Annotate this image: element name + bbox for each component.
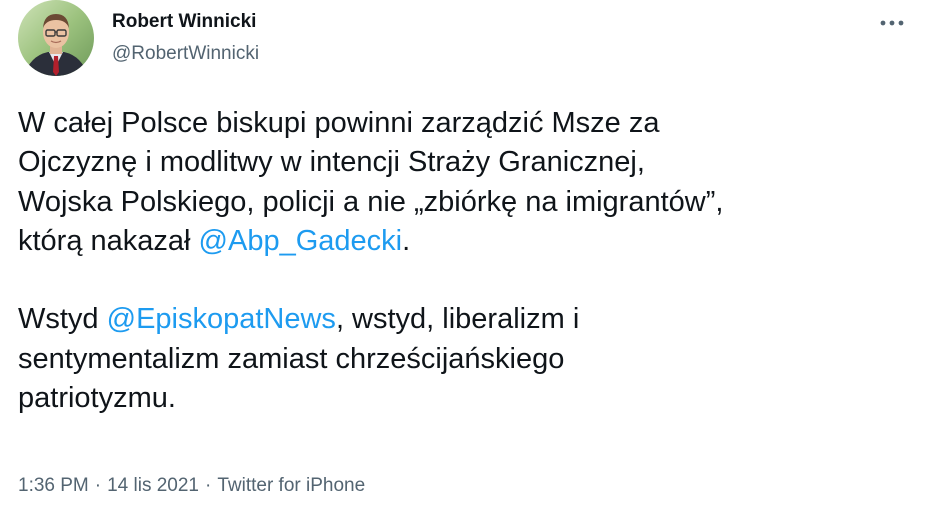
tweet-date[interactable]: 14 lis 2021 — [107, 475, 199, 496]
tweet-card: Robert Winnicki @RobertWinnicki W całej … — [0, 0, 929, 509]
more-options-button[interactable] — [877, 12, 907, 34]
more-horizontal-icon — [880, 20, 904, 26]
avatar[interactable] — [18, 0, 94, 76]
author-handle[interactable]: @RobertWinnicki — [112, 42, 259, 66]
tweet-metadata: 1:36 PM · 14 lis 2021 · Twitter for iPhone — [18, 474, 365, 498]
tweet-source-link[interactable]: Twitter for iPhone — [217, 475, 365, 496]
tweet-text: W całej Polsce biskupi powinni zarządzić… — [18, 104, 898, 418]
mention-link-episkopatnews[interactable]: @EpiskopatNews — [107, 303, 336, 335]
meta-separator: · — [205, 475, 212, 496]
meta-separator: · — [94, 475, 102, 496]
author-name[interactable]: Robert Winnicki — [112, 10, 256, 34]
mention-link-abp-gadecki[interactable]: @Abp_Gadecki — [199, 225, 403, 257]
avatar-photo — [18, 0, 94, 76]
tweet-time[interactable]: 1:36 PM — [18, 475, 89, 496]
